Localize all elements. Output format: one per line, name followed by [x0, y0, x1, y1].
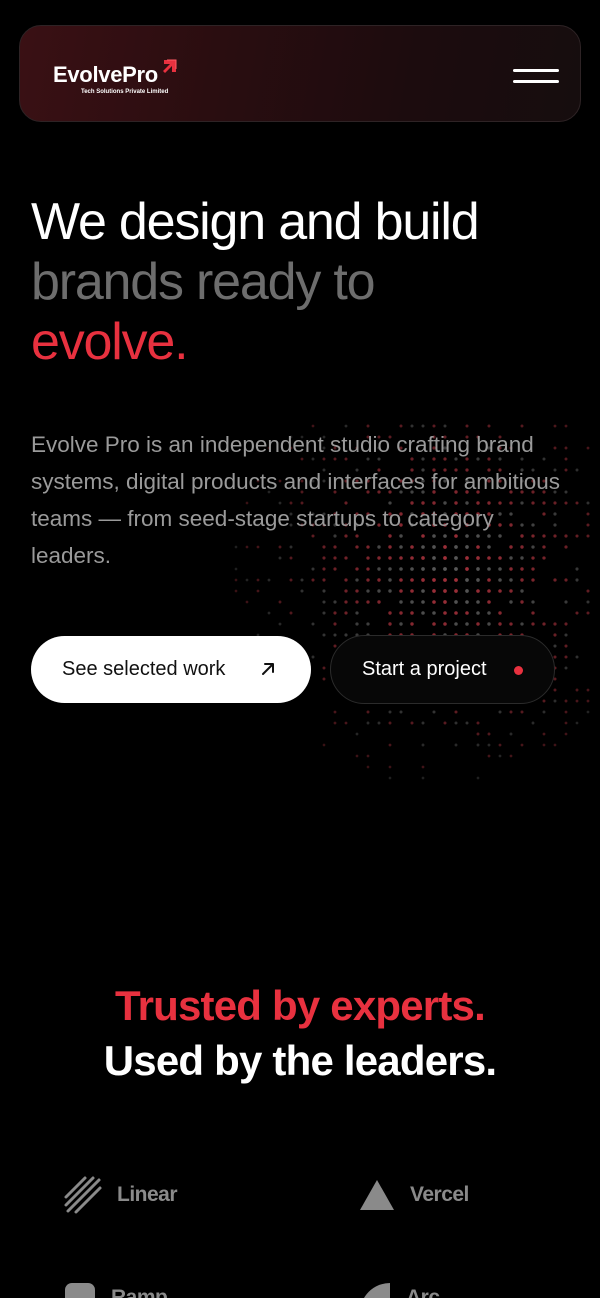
brand-logo[interactable]: EvolvePro Tech Solutions Private Limited — [53, 58, 193, 98]
brand-name: Vercel — [410, 1183, 469, 1206]
trusted-heading: Trusted by experts. Used by the leaders. — [0, 978, 600, 1088]
site-header: EvolvePro Tech Solutions Private Limited — [19, 25, 581, 122]
brand-logo-ramp: Ramp — [63, 1278, 168, 1298]
brand-name: Arc — [406, 1286, 440, 1298]
start-project-label: Start a project — [362, 658, 487, 680]
vercel-logo-icon — [360, 1180, 394, 1210]
logo-arrow-icon — [163, 59, 177, 73]
hero-title-line-1: We design and build — [31, 193, 480, 251]
brand-logo-arc: Arc — [358, 1278, 440, 1298]
arrow-up-right-icon — [262, 663, 274, 675]
ramp-logo-icon — [65, 1283, 95, 1298]
hero-description: Evolve Pro is an independent studio craf… — [31, 432, 560, 568]
brand-logo-vercel: Vercel — [358, 1175, 469, 1215]
status-dot-icon — [514, 666, 523, 675]
brand-name: Linear — [117, 1183, 178, 1206]
hamburger-menu-icon[interactable] — [513, 66, 561, 84]
trusted-line-1: Trusted by experts. — [115, 982, 486, 1029]
hero-title-line-2: brands ready to — [31, 253, 376, 311]
trusted-line-2: Used by the leaders. — [103, 1037, 497, 1084]
hero-title-line-3: evolve. — [31, 313, 189, 371]
linear-logo-icon — [64, 1176, 102, 1214]
logo-subtitle: Tech Solutions Private Limited — [81, 89, 169, 95]
brand-name: Ramp — [111, 1286, 168, 1298]
logo-wordmark: EvolvePro — [53, 62, 158, 87]
hero-title: We design and build brands ready to evol… — [31, 192, 591, 372]
arc-logo-icon — [364, 1283, 390, 1298]
see-selected-work-label: See selected work — [62, 658, 226, 680]
see-selected-work-button[interactable]: See selected work — [31, 636, 311, 703]
start-project-button[interactable]: Start a project — [330, 635, 555, 704]
brand-logo-linear: Linear — [63, 1175, 178, 1215]
